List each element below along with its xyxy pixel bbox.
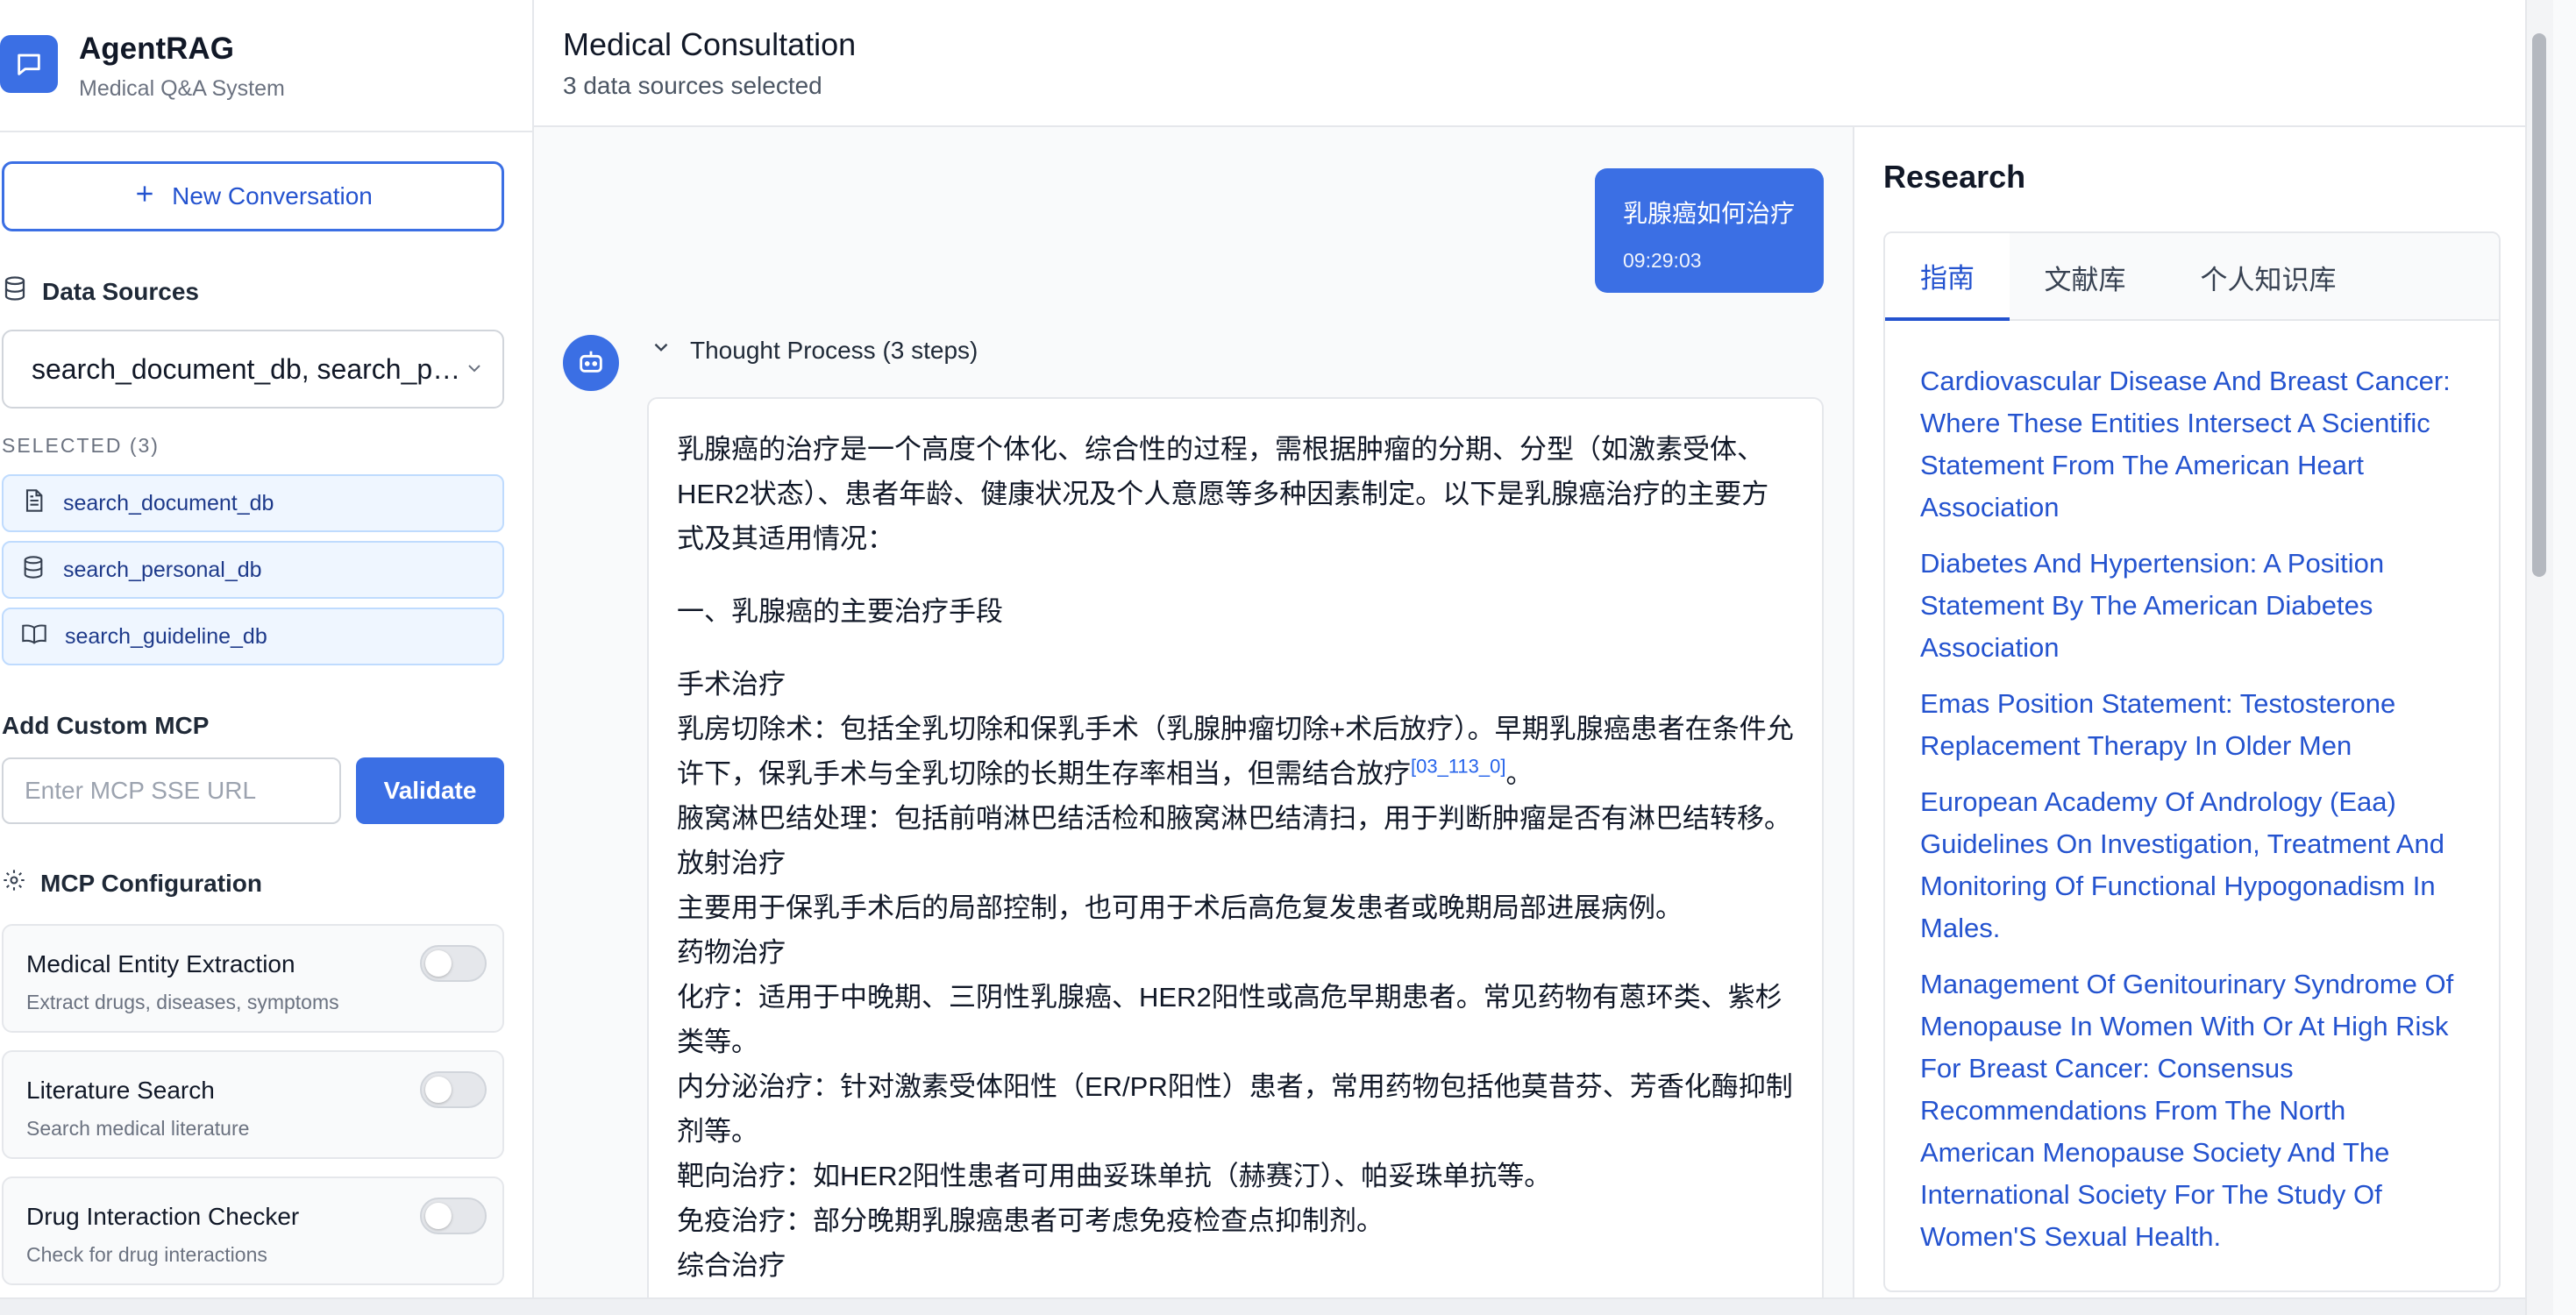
reference-list: Cardiovascular Disease And Breast Cancer… xyxy=(1920,360,2464,1272)
tool-toggle[interactable] xyxy=(420,1198,487,1234)
answer-section-heading: 一、乳腺癌的主要治疗手段 xyxy=(677,596,1003,627)
robot-icon xyxy=(576,346,606,380)
main-header: Medical Consultation 3 data sources sele… xyxy=(534,0,2525,127)
tool-card: Medical Entity Extraction Extract drugs,… xyxy=(2,924,504,1033)
answer-text: 乳房切除术：包括全乳切除和保乳手术（乳腺肿瘤切除+术后放疗）。早期乳腺癌患者在条… xyxy=(677,714,1794,789)
plus-icon xyxy=(133,182,156,211)
tool-card: Literature Search Search medical literat… xyxy=(2,1050,504,1159)
answer-intro: 乳腺癌的治疗是一个高度个体化、综合性的过程，需根据肿瘤的分期、分型（如激素受体、… xyxy=(677,434,1769,554)
reference-link[interactable]: Management Of Genitourinary Syndrome Of … xyxy=(1920,963,2464,1258)
research-tabs-container: 指南 文献库 个人知识库 Cardiovascular Disease And … xyxy=(1883,231,2501,1292)
tool-toggle[interactable] xyxy=(420,945,487,982)
selected-count-label: SELECTED (3) xyxy=(2,434,160,457)
data-sources-label: Data Sources xyxy=(42,277,199,305)
answer-subheading: 药物治疗 xyxy=(677,937,786,968)
message-timestamp: 09:29:03 xyxy=(1623,249,1702,272)
custom-mcp-heading: Add Custom MCP xyxy=(2,712,209,740)
app-title: AgentRAG xyxy=(79,32,234,66)
selected-source-label: search_guideline_db xyxy=(65,623,267,649)
selected-source-chip[interactable]: search_document_db xyxy=(2,474,504,532)
answer-paragraph: 免疫治疗：部分晚期乳腺癌患者可考虑免疫检查点抑制剂。 xyxy=(677,1205,1384,1236)
mcp-configuration-heading: MCP Configuration xyxy=(2,868,262,899)
validate-button[interactable]: Validate xyxy=(356,757,504,824)
research-title: Research xyxy=(1883,159,2026,195)
research-panel: Research 指南 文献库 个人知识库 Cardiovascular Dis… xyxy=(1853,127,2525,1315)
chat-area: 乳腺癌如何治疗 09:29:03 Thought Process (3 step… xyxy=(534,127,1853,1315)
reference-link[interactable]: European Academy Of Andrology (Eaa) Guid… xyxy=(1920,781,2464,949)
custom-mcp-label: Add Custom MCP xyxy=(2,712,210,739)
answer-paragraph: 内分泌治疗：针对激素受体阳性（ER/PR阳性）患者，常用药物包括他莫昔芬、芳香化… xyxy=(677,1071,1793,1147)
tab-personal-knowledge[interactable]: 个人知识库 xyxy=(2160,233,2376,321)
window-edge xyxy=(2525,0,2576,1315)
tool-name: Medical Entity Extraction xyxy=(26,950,295,977)
answer-subheading: 放射治疗 xyxy=(677,848,786,878)
tool-name: Drug Interaction Checker xyxy=(26,1203,300,1230)
tool-description: Search medical literature xyxy=(26,1117,250,1140)
selected-source-label: search_personal_db xyxy=(63,557,262,582)
document-icon xyxy=(21,488,46,519)
user-message-text: 乳腺癌如何治疗 xyxy=(1623,200,1796,227)
answer-subheading: 综合治疗 xyxy=(677,1250,786,1281)
data-source-select-value: search_document_db, search_personal_db, … xyxy=(32,352,464,385)
toggle-knob xyxy=(425,950,452,977)
tab-literature[interactable]: 文献库 xyxy=(2010,233,2160,321)
toggle-knob xyxy=(425,1203,452,1229)
database-icon xyxy=(21,555,46,586)
horizontal-scrollbar[interactable] xyxy=(0,1297,2525,1315)
research-tabs: 指南 文献库 个人知识库 xyxy=(1885,233,2499,321)
tool-name: Literature Search xyxy=(26,1077,215,1104)
citation-link[interactable]: [03_113_0] xyxy=(1411,756,1505,778)
answer-subheading: 手术治疗 xyxy=(677,669,786,700)
selected-source-chip[interactable]: search_personal_db xyxy=(2,541,504,599)
new-conversation-button[interactable]: New Conversation xyxy=(2,161,504,231)
brand-header: AgentRAG Medical Q&A System xyxy=(0,0,532,132)
assistant-answer: 乳腺癌的治疗是一个高度个体化、综合性的过程，需根据肿瘤的分期、分型（如激素受体、… xyxy=(647,397,1824,1315)
chat-bubble-icon xyxy=(0,35,58,93)
mcp-configuration-label: MCP Configuration xyxy=(40,869,263,897)
app-subtitle: Medical Q&A System xyxy=(79,76,285,101)
chevron-down-icon xyxy=(464,353,485,386)
page-title: Medical Consultation xyxy=(563,26,857,62)
user-message-bubble: 乳腺癌如何治疗 09:29:03 xyxy=(1595,168,1824,293)
chevron-down-icon xyxy=(650,336,672,365)
reference-link[interactable]: Cardiovascular Disease And Breast Cancer… xyxy=(1920,360,2464,529)
tool-toggle[interactable] xyxy=(420,1071,487,1108)
scrollbar-thumb[interactable] xyxy=(2532,33,2546,577)
book-icon xyxy=(21,622,47,652)
answer-text: 。 xyxy=(1505,758,1534,789)
answer-paragraph: 化疗：适用于中晚期、三阴性乳腺癌、HER2阳性或高危早期患者。常见药物有蒽环类、… xyxy=(677,982,1783,1057)
reference-link[interactable]: Diabetes And Hypertension: A Position St… xyxy=(1920,543,2464,669)
answer-paragraph: 主要用于保乳手术后的局部控制，也可用于术后高危复发患者或晚期局部进展病例。 xyxy=(677,892,1683,923)
mcp-url-input[interactable] xyxy=(2,757,341,824)
adjacent-window-edge xyxy=(2553,0,2576,1315)
selected-source-label: search_document_db xyxy=(63,490,274,515)
bot-avatar xyxy=(563,335,619,391)
thought-process-label: Thought Process (3 steps) xyxy=(690,336,978,364)
data-sources-heading: Data Sources xyxy=(2,275,199,308)
database-icon xyxy=(2,275,28,308)
sidebar: AgentRAG Medical Q&A System New Conversa… xyxy=(0,0,534,1315)
answer-paragraph: 腋窝淋巴结处理：包括前哨淋巴结活检和腋窝淋巴结清扫，用于判断肿瘤是否有淋巴结转移… xyxy=(677,803,1791,834)
toggle-knob xyxy=(425,1077,452,1103)
answer-paragraph: 靶向治疗：如HER2阳性患者可用曲妥珠单抗（赫赛汀）、帕妥珠单抗等。 xyxy=(677,1161,1552,1191)
selected-source-chip[interactable]: search_guideline_db xyxy=(2,608,504,665)
tool-description: Check for drug interactions xyxy=(26,1243,267,1266)
thought-process-toggle[interactable]: Thought Process (3 steps) xyxy=(650,336,978,365)
reference-link[interactable]: Emas Position Statement: Testosterone Re… xyxy=(1920,683,2464,767)
custom-mcp-row: Validate xyxy=(2,757,504,824)
gear-icon xyxy=(2,868,26,899)
tool-card: Drug Interaction Checker Check for drug … xyxy=(2,1176,504,1285)
page-subtitle: 3 data sources selected xyxy=(563,72,822,99)
tab-guidelines[interactable]: 指南 xyxy=(1885,233,2010,321)
new-conversation-label: New Conversation xyxy=(172,182,373,210)
answer-paragraph: 乳房切除术：包括全乳切除和保乳手术（乳腺肿瘤切除+术后放疗）。早期乳腺癌患者在条… xyxy=(677,707,1794,796)
tool-description: Extract drugs, diseases, symptoms xyxy=(26,991,339,1013)
data-source-select[interactable]: search_document_db, search_personal_db, … xyxy=(2,330,504,409)
